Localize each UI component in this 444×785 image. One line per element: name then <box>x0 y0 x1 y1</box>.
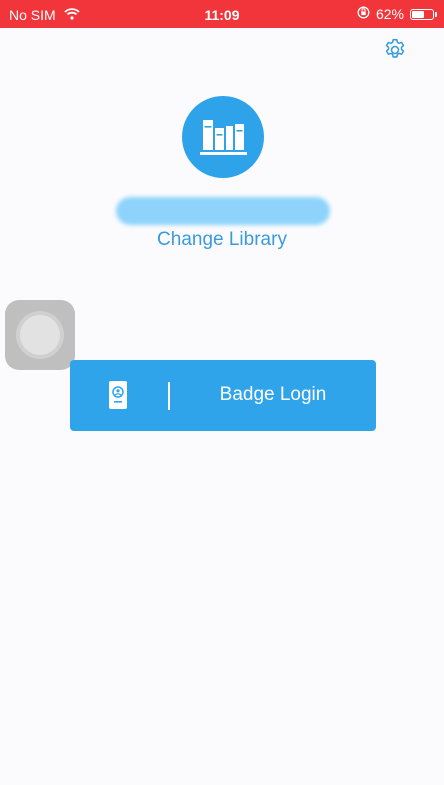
library-name-redacted <box>116 197 330 225</box>
change-library-link[interactable]: Change Library <box>0 229 444 251</box>
gear-icon <box>385 38 405 58</box>
battery-icon <box>410 8 437 20</box>
status-right: 62% <box>357 6 437 22</box>
battery-fill <box>412 10 424 18</box>
badge-login-label: Badge Login <box>219 384 327 405</box>
badge-login-button[interactable]: Badge Login <box>70 360 376 431</box>
battery-percent: 62% <box>375 6 404 22</box>
badge-card-icon <box>108 380 128 415</box>
settings-button[interactable] <box>382 37 408 63</box>
library-logo <box>182 96 264 178</box>
orientation-lock-icon <box>357 6 370 22</box>
assistive-touch-button[interactable] <box>5 300 75 370</box>
assistive-touch-dot <box>20 315 60 355</box>
books-icon <box>200 120 247 155</box>
status-bar: No SIM 11:09 62% <box>0 0 444 28</box>
battery-nub <box>435 11 437 17</box>
